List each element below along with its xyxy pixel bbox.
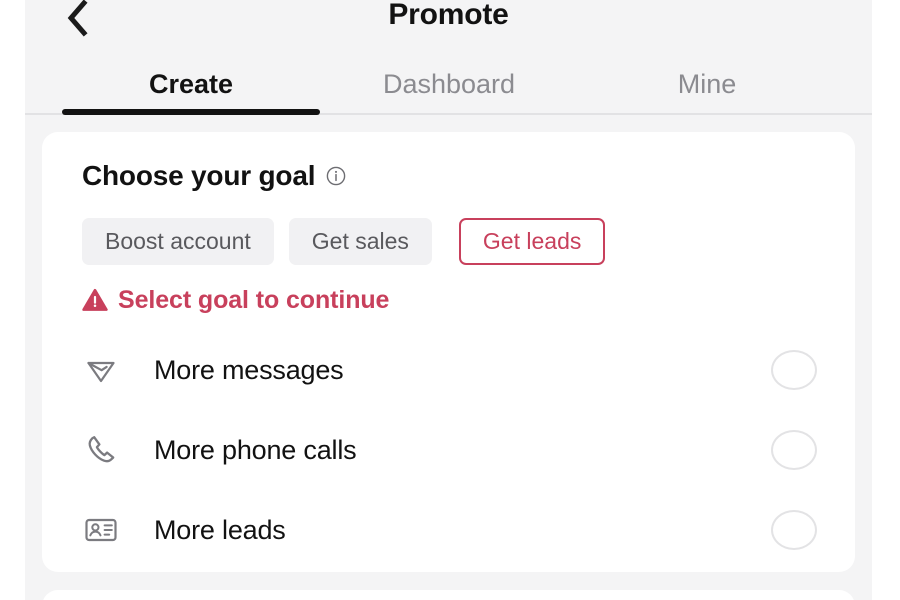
option-radio-more-messages[interactable] (771, 350, 817, 390)
goal-option-list: More messages More phone calls More lead… (42, 330, 855, 570)
option-label: More phone calls (154, 435, 357, 465)
option-row-more-messages[interactable]: More messages (42, 330, 855, 410)
goal-chip-row: Boost account Get sales Get leads (82, 218, 606, 265)
section-title: Choose your goal (82, 160, 316, 191)
paper-plane-icon (82, 351, 120, 389)
validation-warning-text: Select goal to continue (118, 286, 390, 314)
navigation-bar: Promote (25, 0, 872, 56)
tab-dashboard[interactable]: Dashboard (320, 56, 578, 112)
page-title: Promote (388, 0, 509, 31)
option-row-more-phone-calls[interactable]: More phone calls (42, 410, 855, 490)
phone-viewport: Promote Create Dashboard Mine Choose you… (25, 0, 872, 600)
goal-chip-get-leads[interactable]: Get leads (458, 218, 606, 265)
next-card-partial (42, 590, 855, 600)
option-radio-more-phone-calls[interactable] (771, 430, 817, 470)
right-edge-strip (872, 0, 900, 600)
phone-icon (82, 431, 120, 469)
tab-create[interactable]: Create (62, 56, 320, 112)
active-tab-indicator (62, 109, 320, 115)
goal-chip-boost-account[interactable]: Boost account (82, 218, 274, 265)
tab-mine[interactable]: Mine (578, 56, 836, 112)
tab-bar: Create Dashboard Mine (25, 56, 872, 116)
warning-triangle-icon (82, 287, 108, 313)
choose-goal-card: Choose your goal Boost account Get sales… (42, 132, 855, 572)
option-row-more-leads[interactable]: More leads (42, 490, 855, 570)
info-circle-icon[interactable] (326, 166, 346, 186)
goal-chip-get-sales[interactable]: Get sales (288, 218, 432, 265)
option-label: More messages (154, 355, 344, 385)
section-header: Choose your goal (82, 160, 346, 192)
left-edge-strip (0, 0, 25, 600)
validation-warning: Select goal to continue (82, 286, 389, 314)
id-card-icon (82, 511, 120, 549)
screenshot-root: Promote Create Dashboard Mine Choose you… (0, 0, 900, 600)
option-label: More leads (154, 515, 286, 545)
option-radio-more-leads[interactable] (771, 510, 817, 550)
